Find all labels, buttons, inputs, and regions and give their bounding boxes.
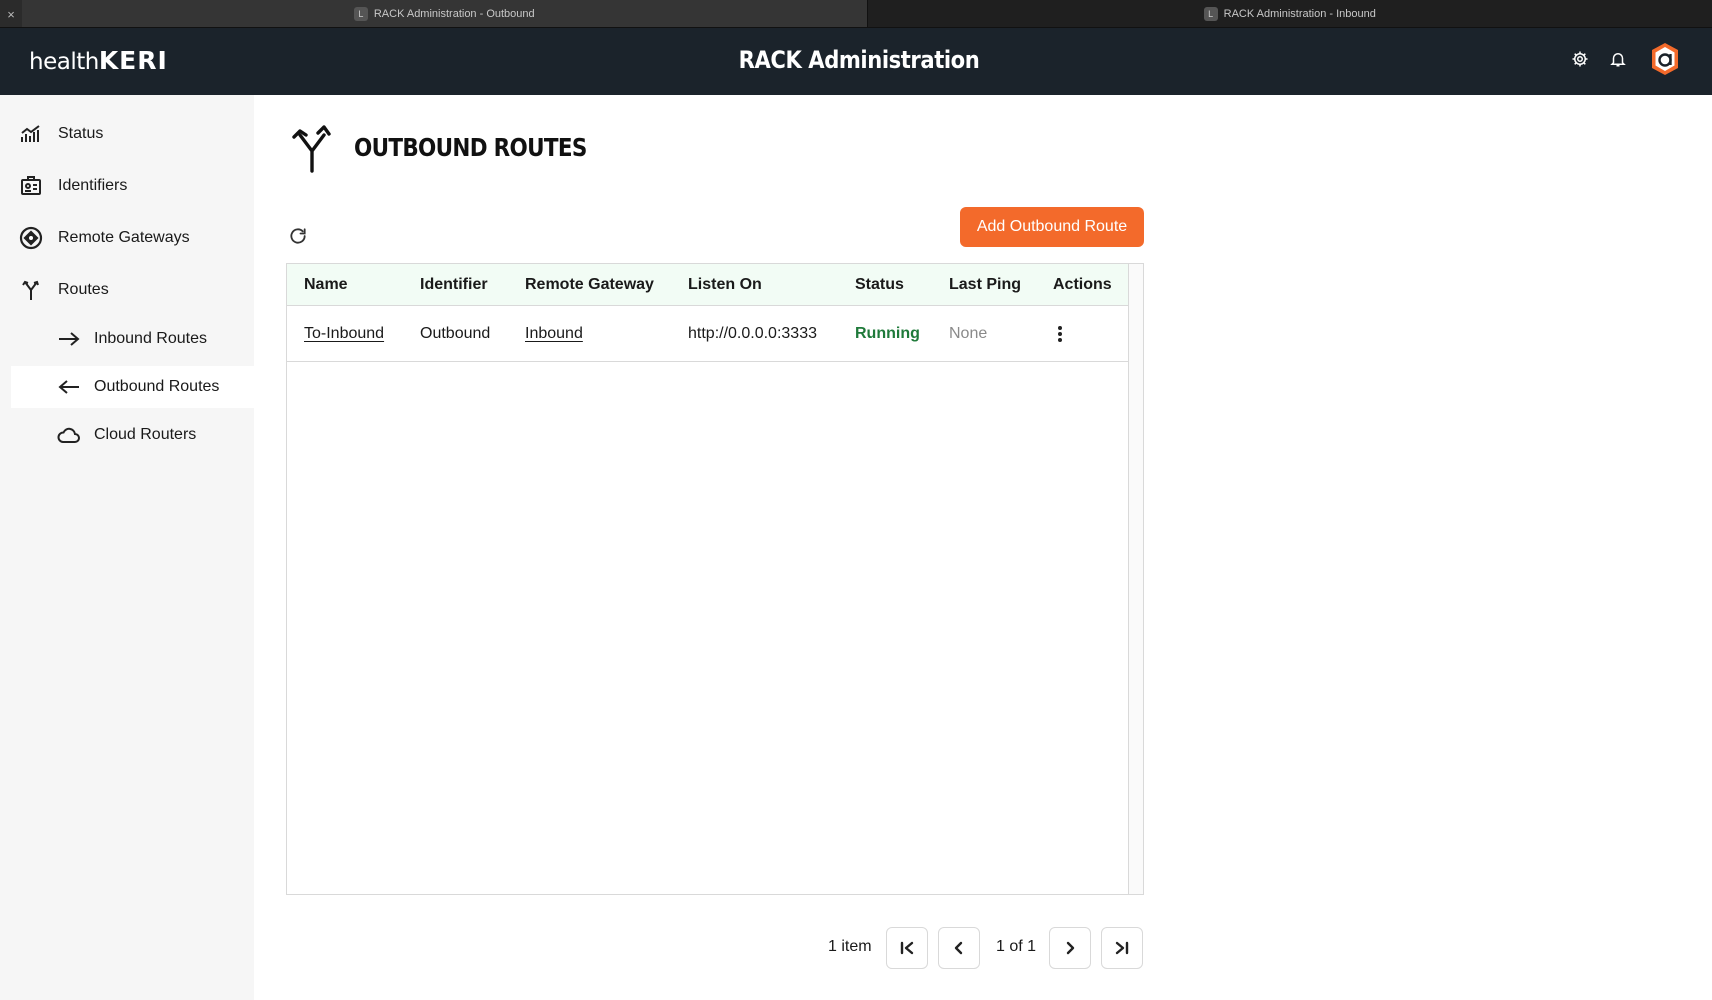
route-name-link[interactable]: To-Inbound — [304, 325, 384, 343]
column-header-last-ping[interactable]: Last Ping — [949, 276, 1021, 294]
sidebar-item-label: Status — [58, 125, 104, 142]
route-listen-on: http://0.0.0.0:3333 — [688, 325, 817, 342]
item-count: 1 item — [828, 938, 872, 955]
cloud-icon — [57, 423, 81, 447]
more-actions-icon[interactable] — [1054, 323, 1066, 345]
column-header-remote-gateway[interactable]: Remote Gateway — [525, 276, 654, 294]
column-header-name[interactable]: Name — [304, 276, 348, 294]
fork-arrows-icon — [290, 125, 334, 173]
favicon-icon: L — [353, 6, 368, 21]
sidebar-item-outbound-routes[interactable]: Outbound Routes — [11, 366, 254, 408]
sidebar-item-label: Routes — [58, 281, 109, 298]
sidebar-item-routes[interactable]: Routes — [0, 269, 254, 311]
routes-table: Name Identifier Remote Gateway Listen On… — [286, 263, 1144, 895]
close-tab-icon[interactable]: × — [0, 0, 22, 28]
column-header-actions: Actions — [1053, 276, 1112, 293]
column-header-identifier[interactable]: Identifier — [420, 276, 488, 294]
app-title: RACK Administration — [738, 46, 980, 74]
chart-icon — [19, 122, 43, 146]
sidebar: Status Identifiers Remote Gateways Route… — [0, 95, 254, 1000]
favicon-icon: L — [1203, 6, 1218, 21]
previous-page-button[interactable] — [938, 927, 980, 969]
sidebar-item-inbound-routes[interactable]: Inbound Routes — [0, 318, 254, 360]
add-outbound-route-button[interactable]: Add Outbound Route — [960, 207, 1144, 247]
sidebar-item-remote-gateways[interactable]: Remote Gateways — [0, 217, 254, 259]
first-page-icon — [900, 941, 914, 955]
chevron-left-icon — [954, 941, 963, 955]
column-header-status[interactable]: Status — [855, 276, 904, 294]
last-page-icon — [1115, 941, 1129, 955]
table-header: Name Identifier Remote Gateway Listen On… — [287, 264, 1129, 306]
browser-tab-title: RACK Administration - Inbound — [1223, 7, 1376, 20]
sidebar-item-label: Remote Gateways — [58, 229, 190, 246]
sidebar-item-cloud-routers[interactable]: Cloud Routers — [0, 414, 254, 456]
browser-tab-outbound[interactable]: L RACK Administration - Outbound — [22, 0, 868, 27]
table-row[interactable]: To-Inbound Outbound Inbound http://0.0.0… — [287, 306, 1129, 362]
app-header: health KERI RACK Administration — [0, 28, 1712, 95]
logo-text-health: health — [29, 49, 99, 75]
table-scrollbar[interactable] — [1128, 264, 1143, 894]
arrow-right-icon — [57, 327, 81, 351]
sidebar-item-label: Identifiers — [58, 177, 128, 194]
refresh-icon[interactable] — [286, 224, 310, 248]
browser-tab-strip: × L RACK Administration - Outbound L RAC… — [0, 0, 1712, 28]
page-indicator: 1 of 1 — [996, 938, 1037, 955]
sidebar-item-label: Outbound Routes — [94, 378, 220, 395]
browser-tab-inbound[interactable]: L RACK Administration - Inbound — [867, 0, 1712, 27]
status-badge: Running — [855, 325, 920, 342]
page-title: OUTBOUND ROUTES — [354, 133, 587, 162]
sidebar-item-status[interactable]: Status — [0, 113, 254, 155]
browser-tab-title: RACK Administration - Outbound — [373, 7, 535, 20]
fork-arrows-icon — [19, 278, 43, 302]
arrow-left-icon — [57, 375, 81, 399]
gear-icon[interactable] — [1570, 49, 1590, 69]
route-identifier: Outbound — [420, 325, 491, 342]
account-shield-icon[interactable] — [1646, 40, 1684, 78]
chevron-right-icon — [1066, 941, 1075, 955]
column-header-listen-on[interactable]: Listen On — [688, 276, 762, 294]
sidebar-item-label: Inbound Routes — [94, 330, 207, 347]
remote-gateway-link[interactable]: Inbound — [525, 325, 583, 343]
bell-icon[interactable] — [1608, 49, 1628, 69]
sidebar-item-identifiers[interactable]: Identifiers — [0, 165, 254, 207]
header-actions — [1570, 40, 1684, 78]
last-page-button[interactable] — [1101, 927, 1143, 969]
first-page-button[interactable] — [886, 927, 928, 969]
route-last-ping: None — [949, 325, 988, 342]
gateway-icon — [19, 226, 43, 250]
next-page-button[interactable] — [1049, 927, 1091, 969]
sidebar-item-label: Cloud Routers — [94, 426, 197, 443]
id-card-icon — [19, 174, 43, 198]
